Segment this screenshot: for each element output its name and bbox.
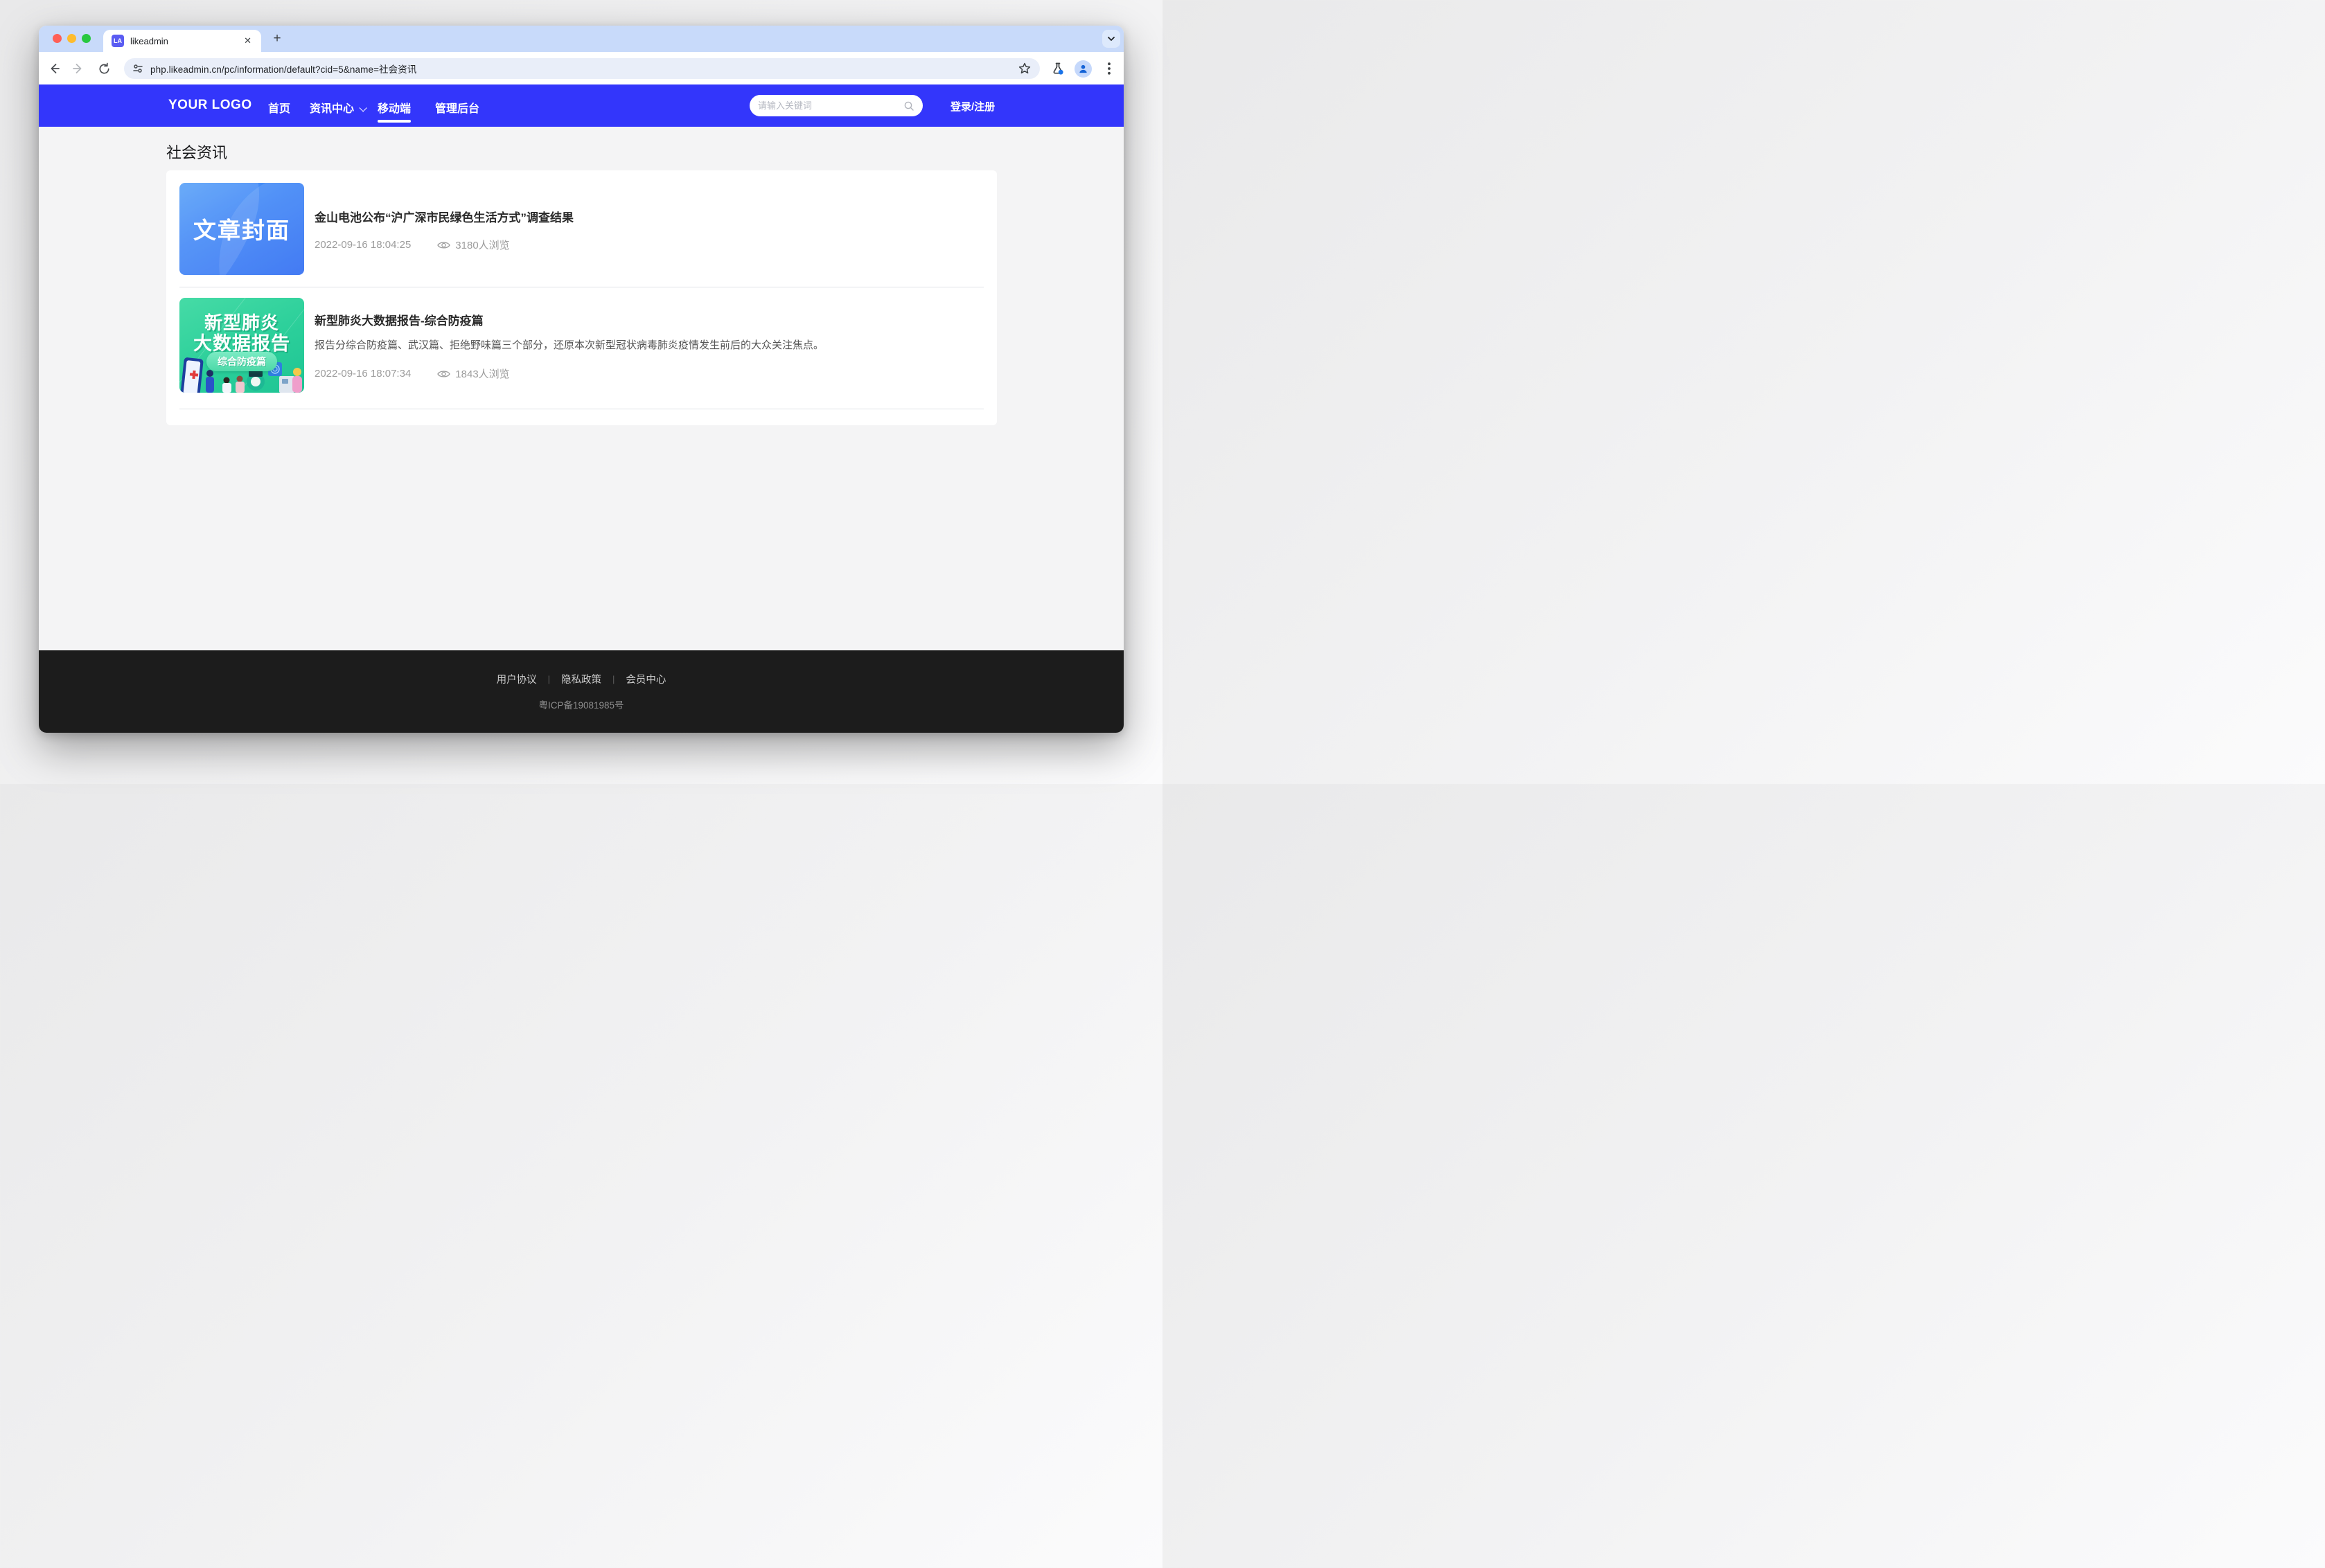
footer-link-user-agreement[interactable]: 用户协议 [497, 672, 537, 686]
site-header: YOUR LOGO 首页 资讯中心 移动端 管理后台 登录/注册 [39, 84, 1124, 127]
minimize-window-button[interactable] [67, 34, 76, 43]
cover-text: 文章封面 [179, 212, 304, 245]
nav-item-mobile[interactable]: 移动端 [378, 99, 411, 116]
login-register-link[interactable]: 登录/注册 [951, 99, 995, 114]
footer-separator: | [612, 674, 615, 684]
search-input[interactable] [758, 100, 903, 111]
tab-title: likeadmin [130, 36, 242, 46]
chevron-down-icon [1107, 35, 1115, 43]
active-nav-underline [378, 120, 411, 123]
tab-close-icon[interactable]: ✕ [242, 34, 253, 48]
maximize-window-button[interactable] [82, 34, 91, 43]
new-tab-button[interactable]: + [267, 29, 287, 48]
site-favicon: LA [112, 35, 124, 47]
page-title: 社会资讯 [166, 141, 227, 163]
nav-item-news-center[interactable]: 资讯中心 [310, 99, 364, 116]
bookmark-star-icon[interactable] [1018, 62, 1032, 75]
article-meta: 2022-09-16 18:04:25 3180人浏览 [315, 238, 510, 252]
profile-button[interactable] [1074, 60, 1092, 78]
page-content: 社会资讯 文章封面 金山电池公布“沪广深市民绿色生活方式”调查结果 2022-0… [39, 127, 1124, 650]
flask-icon [1051, 62, 1065, 75]
browser-toolbar: php.likeadmin.cn/pc/information/default?… [39, 52, 1124, 84]
article-cover-image[interactable]: 文章封面 [179, 183, 304, 275]
article-date: 2022-09-16 18:07:34 [315, 368, 411, 380]
article-date: 2022-09-16 18:04:25 [315, 239, 411, 251]
browser-menu-button[interactable] [1100, 60, 1118, 78]
back-arrow-icon [47, 62, 61, 75]
tab-search-chevron-button[interactable] [1102, 30, 1120, 48]
article-views: 3180人浏览 [437, 238, 509, 252]
nav-item-admin[interactable]: 管理后台 [435, 99, 479, 116]
reload-icon [98, 62, 111, 75]
forward-button[interactable] [70, 60, 87, 77]
article-cover-image[interactable]: 新型肺炎 大数据报告 [179, 298, 304, 393]
site-settings-icon[interactable] [132, 63, 143, 74]
footer-link-member-center[interactable]: 会员中心 [626, 672, 666, 686]
experiments-button[interactable] [1049, 60, 1067, 78]
search-icon[interactable] [903, 100, 914, 112]
browser-tab[interactable]: LA likeadmin ✕ [103, 30, 261, 52]
eye-icon [437, 369, 450, 379]
browser-window: LA likeadmin ✕ + [39, 26, 1124, 733]
keyword-search[interactable] [750, 95, 923, 116]
nav-item-home[interactable]: 首页 [268, 99, 290, 116]
three-dot-menu-icon [1108, 62, 1111, 75]
url-text[interactable]: php.likeadmin.cn/pc/information/default?… [150, 62, 1018, 75]
forward-arrow-icon [71, 62, 85, 75]
article-description: 报告分综合防疫篇、武汉篇、拒绝野味篇三个部分，还原本次新型冠状病毒肺炎疫情发生前… [315, 337, 952, 352]
back-button[interactable] [46, 60, 62, 77]
person-icon [1078, 64, 1088, 74]
avatar [1075, 60, 1092, 78]
footer-link-privacy-policy[interactable]: 隐私政策 [561, 672, 601, 686]
reload-button[interactable] [96, 60, 112, 77]
article-title[interactable]: 新型肺炎大数据报告-综合防疫篇 [315, 311, 484, 328]
article-views: 1843人浏览 [437, 366, 509, 381]
icp-record-number: 粤ICP备19081985号 [39, 697, 1124, 711]
chevron-down-icon [359, 104, 366, 112]
article-meta: 2022-09-16 18:07:34 1843人浏览 [315, 366, 510, 381]
close-window-button[interactable] [53, 34, 62, 43]
footer-links: 用户协议 | 隐私政策 | 会员中心 [39, 672, 1124, 686]
eye-icon [437, 240, 450, 250]
site-logo[interactable]: YOUR LOGO [168, 98, 252, 113]
cover-badge: 综合防疫篇 [206, 352, 277, 371]
address-bar[interactable]: php.likeadmin.cn/pc/information/default?… [124, 58, 1040, 79]
footer-separator: | [548, 674, 550, 684]
site-footer: 用户协议 | 隐私政策 | 会员中心 粤ICP备19081985号 [39, 650, 1124, 733]
article-title[interactable]: 金山电池公布“沪广深市民绿色生活方式”调查结果 [315, 208, 574, 225]
tab-strip: LA likeadmin ✕ + [39, 26, 1124, 52]
article-list-card: 文章封面 金山电池公布“沪广深市民绿色生活方式”调查结果 2022-09-16 … [166, 170, 997, 425]
